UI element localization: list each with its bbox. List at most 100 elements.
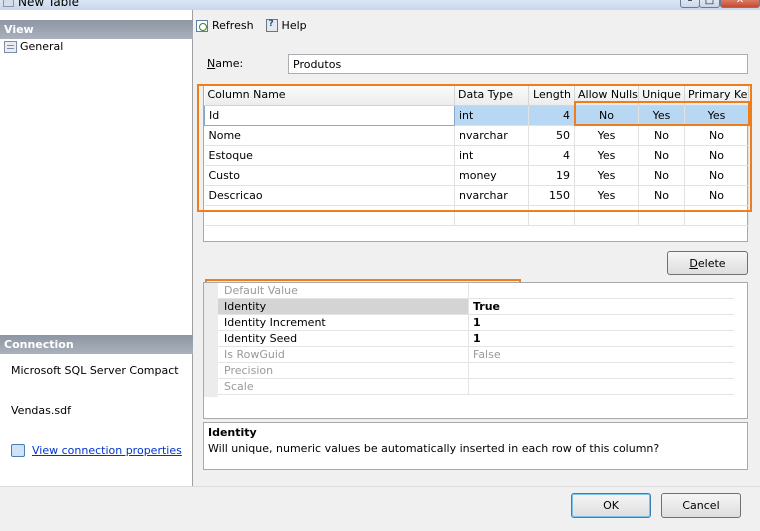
property-row-identity-seed[interactable]: Identity Seed 1 [218,331,734,347]
cell-unique[interactable]: No [638,125,685,146]
cell-unique[interactable]: No [638,185,685,206]
cell-allow-nulls[interactable]: Yes [574,165,639,186]
description-text: Will unique, numeric values be automatic… [208,442,660,455]
cell-data-type[interactable]: int [454,105,529,126]
columns-table: Column Name Data Type Length Allow Nulls… [204,85,749,226]
col-header-primary-key[interactable]: Primary Key [684,85,749,106]
col-header-length[interactable]: Length [528,85,575,106]
property-value[interactable] [469,379,734,394]
refresh-icon [196,19,208,32]
connection-properties-link-row[interactable]: View connection properties [11,444,182,457]
property-row-precision[interactable]: Precision [218,363,734,379]
cell-data-type[interactable]: money [454,165,529,186]
connection-server: Microsoft SQL Server Compact [11,364,179,377]
table-row[interactable]: Id int 4 No Yes Yes [204,104,749,126]
table-row[interactable]: Custo money 19 Yes No No [204,165,749,186]
cell-column-name[interactable]: Custo [204,165,455,186]
property-key: Identity Increment [218,315,469,330]
property-key: Is RowGuid [218,347,469,362]
property-value[interactable] [469,283,734,298]
cell-length[interactable]: 19 [528,165,575,186]
refresh-button[interactable]: Refresh [196,19,254,32]
table-row[interactable]: Nome nvarchar 50 Yes No No [204,125,749,146]
property-row-is-rowguid[interactable]: Is RowGuid False [218,347,734,363]
general-page-icon [4,40,17,53]
property-key: Scale [218,379,469,394]
ok-button[interactable]: OK [571,493,651,518]
new-row[interactable] [204,205,749,226]
delete-button[interactable]: Delete [667,251,748,275]
property-key: Identity Seed [218,331,469,346]
left-panel: View General Connection Microsoft SQL Se… [0,10,193,486]
property-key: Identity [218,299,469,314]
connection-header: Connection [0,335,193,354]
cell-length[interactable]: 4 [528,145,575,166]
cell-primary-key[interactable]: No [684,145,749,166]
property-key: Default Value [218,283,469,298]
cell-unique[interactable]: No [638,145,685,166]
cell-data-type[interactable]: int [454,145,529,166]
view-header: View [0,20,193,39]
cell-primary-key[interactable]: No [684,165,749,186]
cell-length[interactable]: 50 [528,125,575,146]
cell-primary-key[interactable]: No [684,185,749,206]
col-header-allow-nulls[interactable]: Allow Nulls [574,85,639,106]
help-label: Help [281,19,307,32]
cell-column-name[interactable]: Id [204,104,455,126]
cell-column-name[interactable]: Nome [204,125,455,146]
cell-allow-nulls[interactable]: No [574,105,639,126]
app-icon [3,0,14,7]
table-name-input[interactable] [288,54,748,74]
cell-primary-key[interactable]: Yes [684,105,749,126]
col-header-column-name[interactable]: Column Name [204,85,455,106]
description-title: Identity [208,426,257,439]
cell-unique[interactable]: No [638,165,685,186]
minimize-button[interactable]: – [680,0,700,8]
title-bar: New Table – □ ✕ [0,0,760,10]
cell-allow-nulls[interactable]: Yes [574,125,639,146]
connection-database: Vendas.sdf [11,404,71,417]
property-description-panel: Identity Will unique, numeric values be … [203,422,748,470]
property-value[interactable] [469,363,734,378]
cell-column-name[interactable]: Descricao [204,185,455,206]
cell-primary-key[interactable]: No [684,125,749,146]
cell-allow-nulls[interactable]: Yes [574,185,639,206]
property-value[interactable]: True [469,299,734,314]
property-row-identity-increment[interactable]: Identity Increment 1 [218,315,734,331]
col-header-data-type[interactable]: Data Type [454,85,529,106]
column-properties-grid[interactable]: Default Value Identity True Identity Inc… [203,282,748,419]
cell-column-name[interactable]: Estoque [204,145,455,166]
help-button[interactable]: Help [265,19,307,32]
connection-properties-icon [11,444,25,457]
property-key: Precision [218,363,469,378]
toolbar: Refresh Help [196,19,307,32]
name-label: Name: [207,57,244,70]
grid-header-row: Column Name Data Type Length Allow Nulls… [204,85,749,106]
property-grid-margin [204,283,218,397]
property-value[interactable]: 1 [469,331,734,346]
cell-length[interactable]: 4 [528,105,575,126]
cell-data-type[interactable]: nvarchar [454,125,529,146]
nav-item-general[interactable]: General [4,40,63,53]
view-connection-properties-link[interactable]: View connection properties [32,444,182,457]
property-row-identity[interactable]: Identity True [218,299,734,315]
nav-item-general-label: General [20,40,64,53]
window-title: New Table [18,0,80,9]
property-row-default-value[interactable]: Default Value [218,283,734,299]
maximize-button[interactable]: □ [699,0,720,8]
property-value[interactable]: 1 [469,315,734,330]
table-row[interactable]: Descricao nvarchar 150 Yes No No [204,185,749,206]
property-row-scale[interactable]: Scale [218,379,734,395]
columns-grid[interactable]: Column Name Data Type Length Allow Nulls… [203,84,749,242]
col-header-unique[interactable]: Unique [638,85,685,106]
refresh-label: Refresh [212,19,254,32]
cell-length[interactable]: 150 [528,185,575,206]
cell-allow-nulls[interactable]: Yes [574,145,639,166]
help-icon [265,19,278,32]
close-button[interactable]: ✕ [720,0,760,8]
cell-unique[interactable]: Yes [638,105,685,126]
property-value[interactable]: False [469,347,734,362]
cell-data-type[interactable]: nvarchar [454,185,529,206]
cancel-button[interactable]: Cancel [661,493,741,518]
table-row[interactable]: Estoque int 4 Yes No No [204,145,749,166]
